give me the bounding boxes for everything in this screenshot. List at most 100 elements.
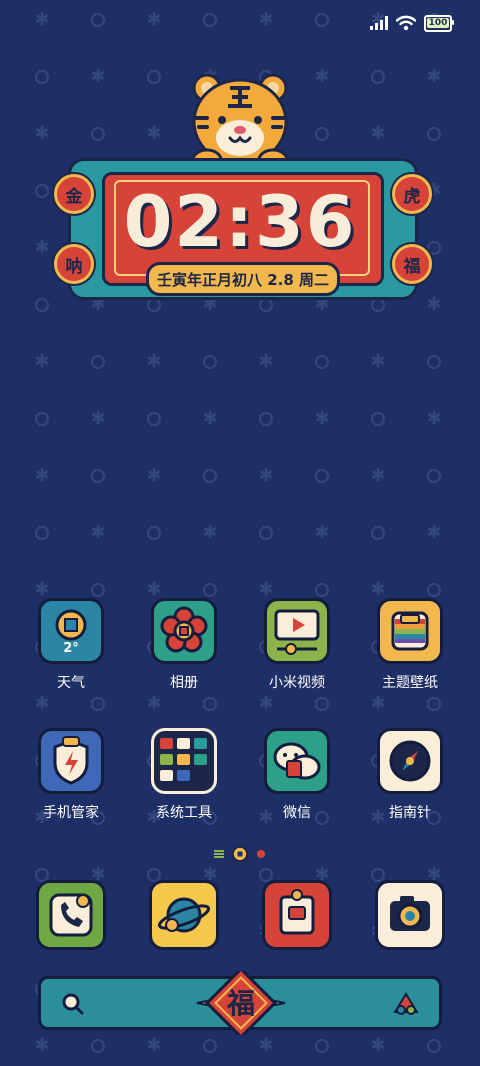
app-compass[interactable]: 指南针 (365, 728, 455, 822)
messages-envelope-icon (262, 880, 332, 950)
pattern-ring (315, 469, 329, 483)
pattern-star: ✱ (202, 522, 218, 543)
pattern-star: ✱ (370, 693, 386, 714)
seal-bottom-right: 福 (392, 244, 432, 284)
app-label: 系统工具 (156, 805, 212, 821)
page-indicator[interactable] (0, 846, 480, 862)
pattern-ring (371, 298, 385, 312)
page-dot[interactable] (256, 849, 266, 859)
page-menu-icon[interactable] (214, 849, 224, 859)
themes-rainbow-icon (377, 598, 443, 664)
search-icon[interactable] (61, 992, 85, 1016)
battery-level: 100 (426, 18, 450, 28)
pattern-star: ✱ (34, 123, 50, 144)
clock-widget[interactable]: 02:36 壬寅年正月初八 2.8 周二 金 虎 呐 福 (50, 70, 432, 300)
pattern-star: ✱ (34, 1035, 50, 1056)
gallery-flower-icon (151, 598, 217, 664)
pattern-ring (35, 412, 49, 426)
pattern-star: ✱ (34, 237, 50, 258)
pattern-ring (427, 469, 441, 483)
app-video[interactable]: 小米视频 (252, 598, 342, 692)
tiger-icon (191, 73, 289, 172)
dock-browser[interactable] (139, 880, 229, 950)
pattern-ring (427, 1039, 441, 1053)
app-label: 手机管家 (43, 805, 99, 821)
pattern-star: ✱ (34, 579, 50, 600)
pattern-ring (259, 298, 273, 312)
pattern-ring (91, 583, 105, 597)
seal-top-right: 虎 (392, 174, 432, 214)
assistant-icon[interactable] (393, 992, 419, 1016)
pattern-ring (203, 697, 217, 711)
pattern-star: ✱ (370, 465, 386, 486)
pattern-ring (203, 13, 217, 27)
search-bar[interactable]: 福 (38, 971, 442, 1035)
pattern-star: ✱ (426, 522, 442, 543)
tools-folder-icon (151, 728, 217, 794)
pattern-star: ✱ (202, 408, 218, 429)
app-security[interactable]: 手机管家 (26, 728, 116, 822)
wifi-icon (396, 15, 416, 31)
pattern-star: ✱ (370, 579, 386, 600)
cellular-signal-icon (370, 16, 388, 30)
pattern-star: ✱ (90, 408, 106, 429)
pattern-ring (427, 355, 441, 369)
pattern-ring (147, 298, 161, 312)
seal-bottom-left: 呐 (54, 244, 94, 284)
compass-icon (377, 728, 443, 794)
fu-character: 福 (226, 987, 255, 1020)
pattern-star: ✱ (370, 351, 386, 372)
app-label: 微信 (283, 805, 311, 821)
pattern-ring (427, 583, 441, 597)
pattern-ring (203, 583, 217, 597)
pattern-star: ✱ (370, 1035, 386, 1056)
pattern-ring (371, 412, 385, 426)
app-gallery[interactable]: 相册 (139, 598, 229, 692)
pattern-ring (315, 13, 329, 27)
pattern-star: ✱ (146, 465, 162, 486)
pattern-star: ✱ (146, 693, 162, 714)
pattern-ring (35, 184, 49, 198)
dock-camera[interactable] (365, 880, 455, 950)
pattern-star: ✱ (258, 1035, 274, 1056)
dock-messages[interactable] (252, 880, 342, 950)
page-dot-active[interactable] (232, 846, 248, 862)
pattern-star: ✱ (258, 9, 274, 30)
pattern-ring (91, 469, 105, 483)
pattern-ring (315, 1039, 329, 1053)
app-weather[interactable]: 2° 天气 (26, 598, 116, 692)
pattern-star: ✱ (258, 465, 274, 486)
pattern-ring (35, 70, 49, 84)
pattern-star: ✱ (258, 351, 274, 372)
weather-coin-icon: 2° (38, 598, 104, 664)
app-label: 相册 (170, 675, 198, 691)
seal-top-left: 金 (54, 174, 94, 214)
phone-icon (36, 880, 106, 950)
pattern-ring (259, 412, 273, 426)
pattern-star: ✱ (34, 465, 50, 486)
pattern-star: ✱ (258, 579, 274, 600)
pattern-star: ✱ (146, 579, 162, 600)
pattern-star: ✱ (34, 693, 50, 714)
wechat-icon (264, 728, 330, 794)
pattern-ring (91, 1039, 105, 1053)
pattern-ring (91, 697, 105, 711)
pattern-star: ✱ (426, 408, 442, 429)
pattern-star: ✱ (146, 1035, 162, 1056)
pattern-ring (315, 583, 329, 597)
pattern-star: ✱ (146, 9, 162, 30)
app-themes[interactable]: 主题壁纸 (365, 598, 455, 692)
browser-planet-icon (149, 880, 219, 950)
dock-phone[interactable] (26, 880, 116, 950)
app-label: 小米视频 (269, 675, 325, 691)
app-tools-folder[interactable]: 系统工具 (139, 728, 229, 822)
pattern-ring (147, 526, 161, 540)
pattern-ring (203, 1039, 217, 1053)
pattern-ring (315, 355, 329, 369)
pattern-star: ✱ (146, 351, 162, 372)
battery-icon: 100 (424, 14, 454, 32)
pattern-star: ✱ (34, 9, 50, 30)
app-label: 主题壁纸 (382, 675, 438, 691)
pattern-star: ✱ (34, 351, 50, 372)
app-wechat[interactable]: 微信 (252, 728, 342, 822)
